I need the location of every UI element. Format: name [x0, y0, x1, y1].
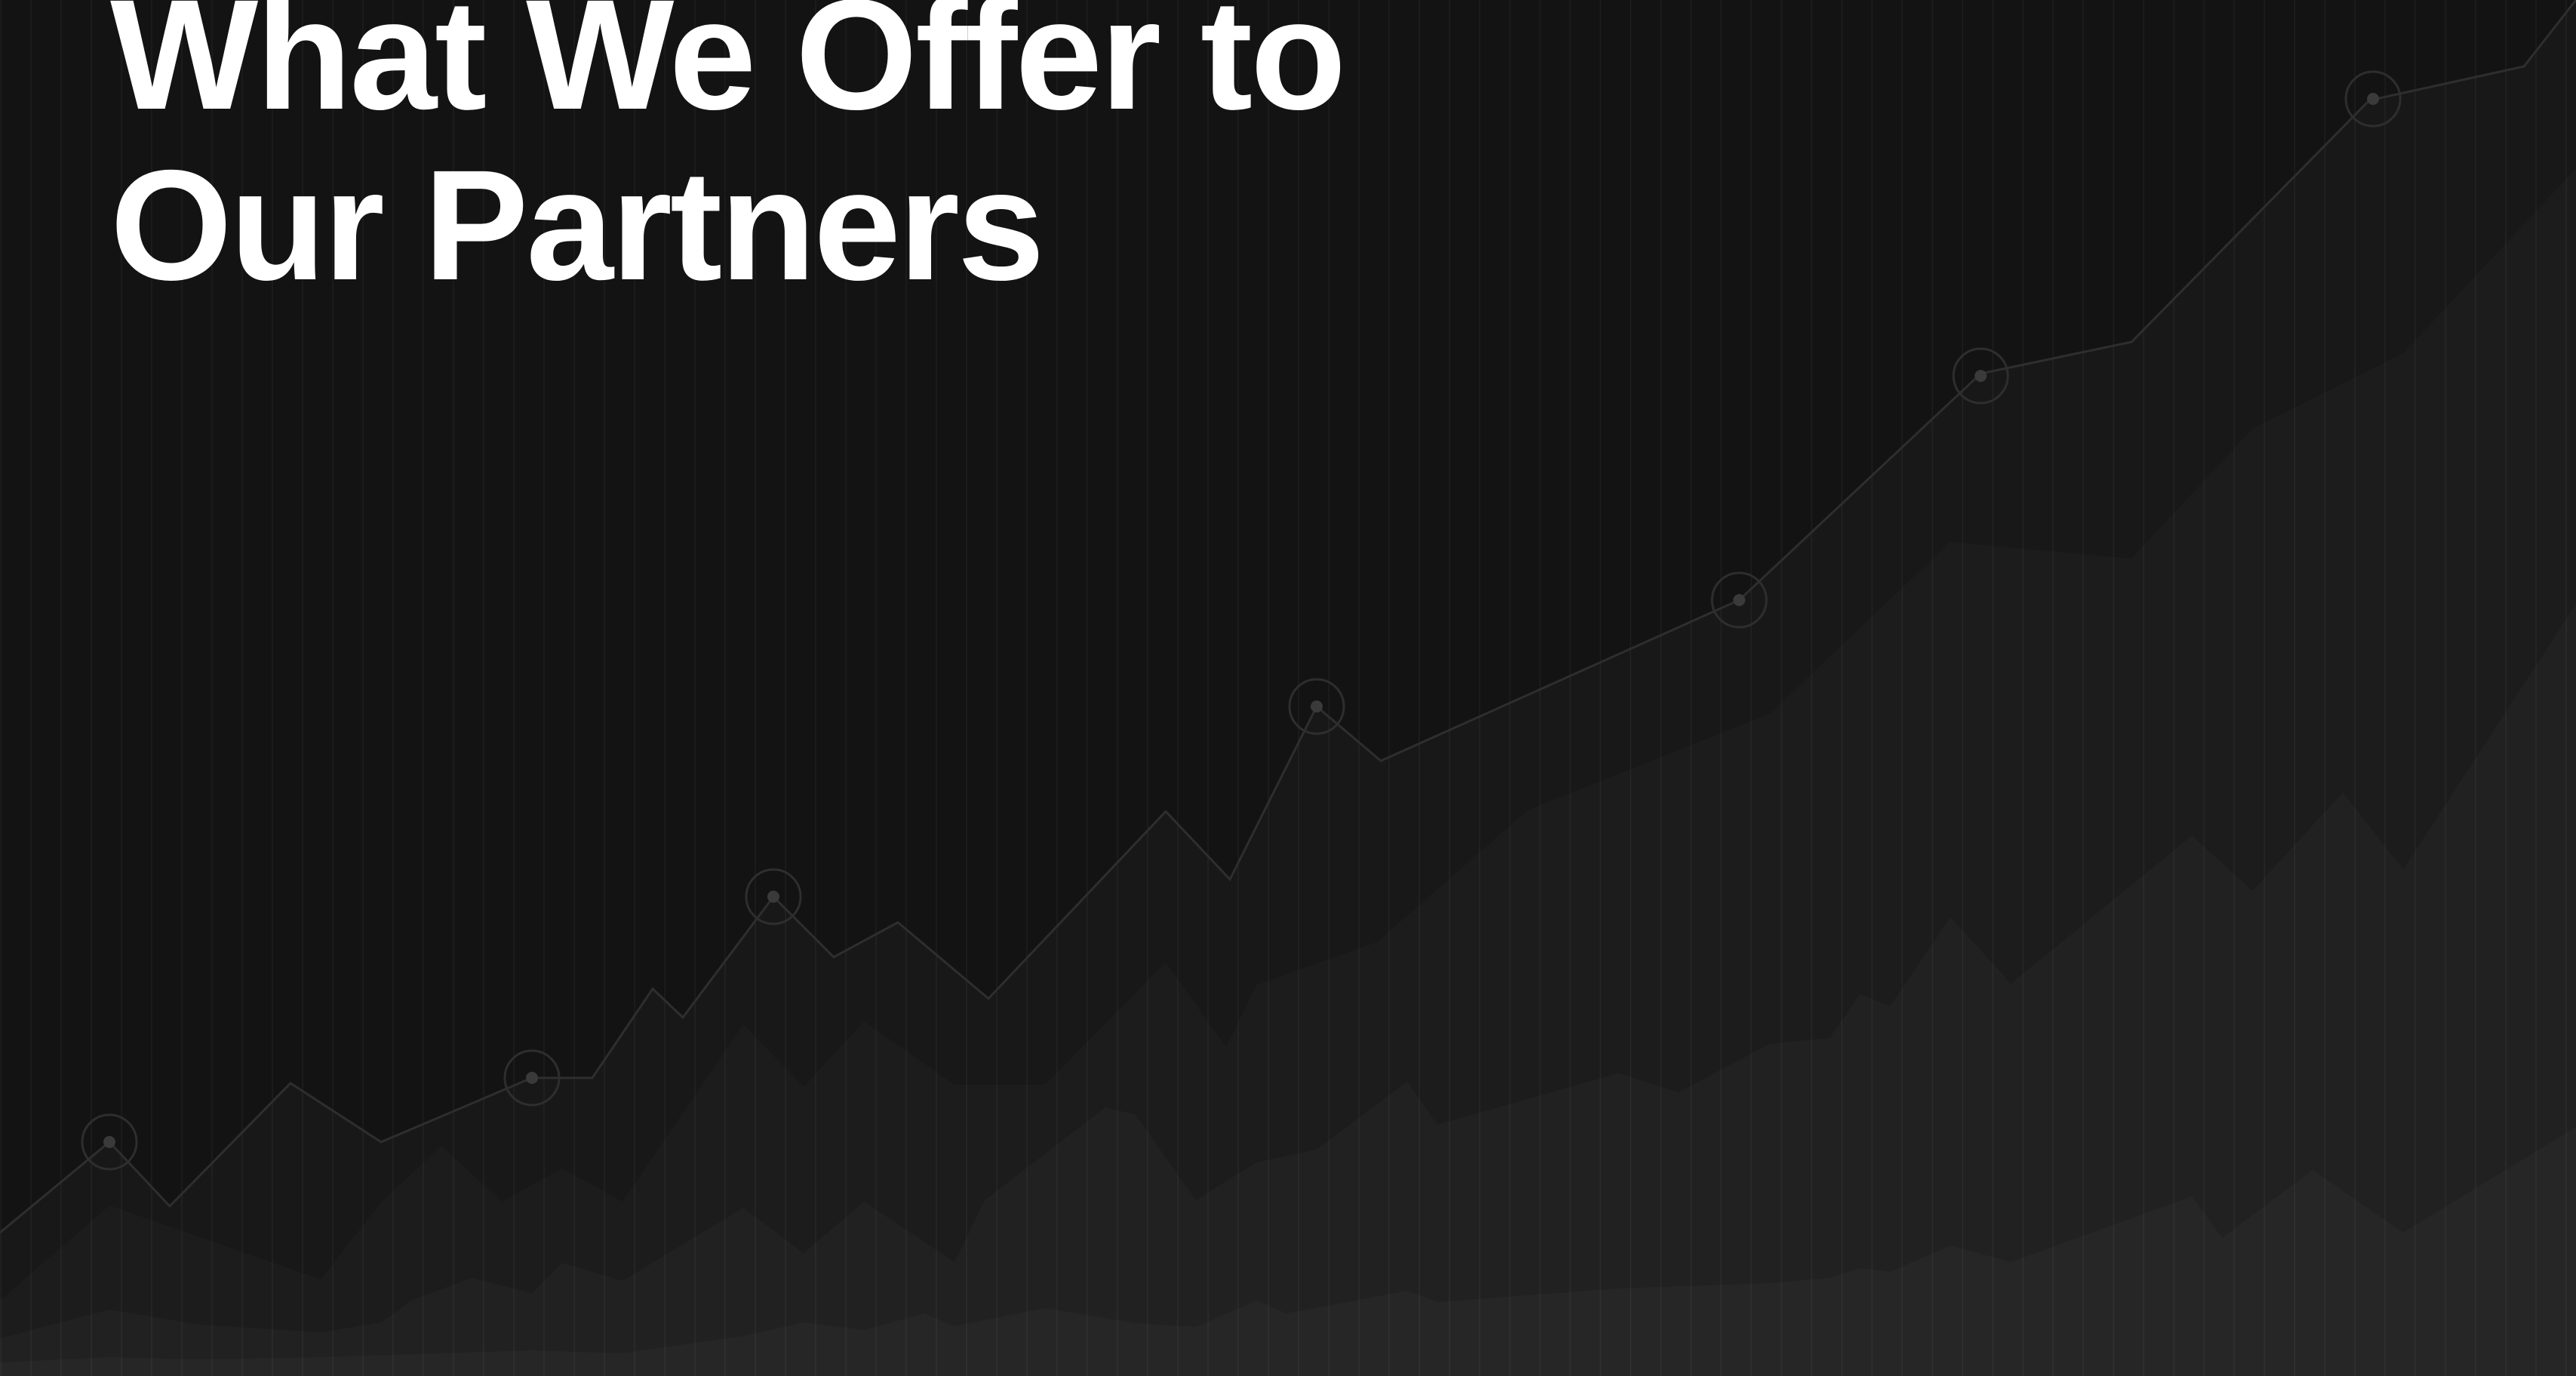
page-headline: What We Offer to Our Partners [110, 0, 1346, 313]
headline-line-1: What We Offer to [110, 0, 1346, 143]
hero-section: What We Offer to Our Partners [0, 0, 2576, 1376]
headline-line-2: Our Partners [110, 138, 1045, 313]
